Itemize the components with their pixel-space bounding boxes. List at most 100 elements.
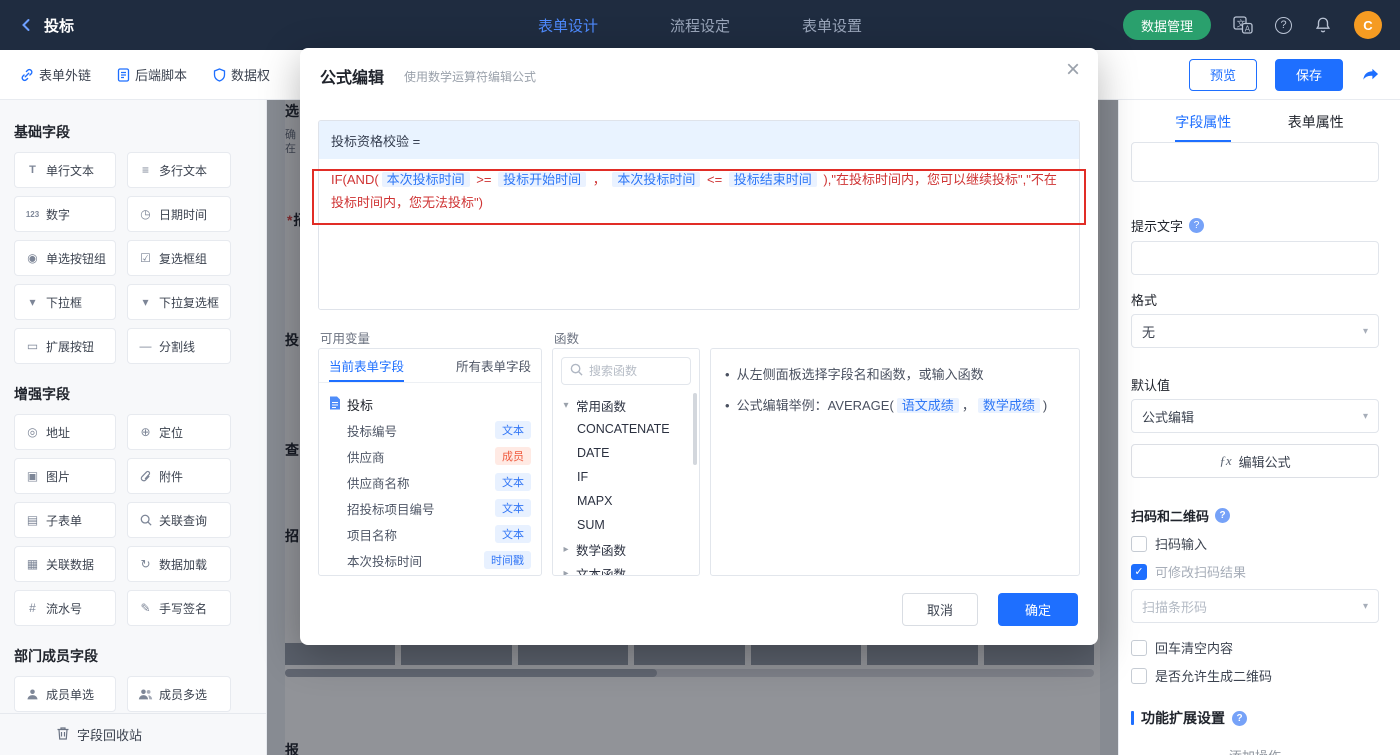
barcode-type-select[interactable]: 扫描条形码 ▾	[1131, 589, 1379, 623]
bell-icon[interactable]	[1314, 16, 1332, 34]
toolbar-item-1[interactable]: 表单外链	[20, 65, 91, 84]
palette-field-2-5[interactable]: ▤ 子表单	[14, 502, 116, 538]
help-icon[interactable]: ?	[1275, 16, 1292, 34]
topbar-tab-2[interactable]: 流程设定	[670, 15, 730, 36]
palette-field-3-1[interactable]: 成员单选	[14, 676, 116, 712]
variable-field-name: 供应商名称	[347, 476, 410, 491]
function-group-3[interactable]: ▸ 文本函数	[553, 561, 699, 576]
palette-field-1-8[interactable]: ▾ 下拉复选框	[127, 284, 231, 320]
function-item-mapx[interactable]: MAPX	[553, 489, 699, 513]
preview-button[interactable]: 预览	[1188, 58, 1257, 91]
palette-field-1-4[interactable]: ◷ 日期时间	[127, 196, 231, 232]
variable-field-1[interactable]: 投标编号 文本	[329, 417, 531, 443]
palette-field-1-6[interactable]: ☑ 复选框组	[127, 240, 231, 276]
section-marker	[1131, 711, 1134, 725]
palette-field-1-3[interactable]: 123 数字	[14, 196, 116, 232]
confirm-button[interactable]: 确定	[998, 593, 1078, 626]
back-button[interactable]	[18, 17, 34, 33]
function-search-input[interactable]	[589, 364, 677, 378]
variable-field-5[interactable]: 项目名称 文本	[329, 521, 531, 547]
tab-all-form-fields[interactable]: 所有表单字段	[456, 349, 531, 382]
palette-field-3-2[interactable]: 成员多选	[127, 676, 231, 712]
help-icon[interactable]: ?	[1232, 710, 1247, 726]
checkbox-icon	[1131, 639, 1147, 656]
palette-field-1-10[interactable]: — 分割线	[127, 328, 231, 364]
share-icon[interactable]	[1361, 66, 1380, 83]
palette-field-2-10[interactable]: ✎ 手写签名	[127, 590, 231, 626]
properties-panel: 字段属性 表单属性 提示文字? 格式 无 ▾ 默认值 公式编辑 ▾ ƒx 编辑公式 扫…	[1118, 100, 1400, 755]
topbar-right: 数据管理 文A ? C	[1122, 10, 1382, 40]
function-item-if[interactable]: IF	[553, 465, 699, 489]
tab-current-form-fields[interactable]: 当前表单字段	[329, 349, 404, 382]
field-type-badge: 文本	[495, 525, 531, 543]
palette-field-2-4[interactable]: 附件	[127, 458, 231, 494]
linkdata-icon: ▦	[26, 557, 39, 571]
save-button[interactable]: 保存	[1274, 58, 1343, 91]
format-value: 无	[1142, 324, 1156, 340]
translate-icon[interactable]: 文A	[1233, 16, 1253, 34]
palette-field-1-5[interactable]: ◉ 单选按钮组	[14, 240, 116, 276]
function-group-2[interactable]: ▸ 数学函数	[553, 537, 699, 561]
palette-field-1-7[interactable]: ▾ 下拉框	[14, 284, 116, 320]
function-item-sum[interactable]: SUM	[553, 513, 699, 537]
checkbox-row-2[interactable]: ✓ 可修改扫码结果	[1131, 562, 1246, 581]
add-action-button[interactable]: 添加操作	[1131, 746, 1379, 755]
variable-field-2[interactable]: 供应商 成员	[329, 443, 531, 469]
palette-field-2-9[interactable]: # 流水号	[14, 590, 116, 626]
checkbox-row-4[interactable]: 是否允许生成二维码	[1131, 666, 1272, 685]
help-panel: • 从左侧面板选择字段名和函数，或输入函数 • 公式编辑举例：AVERAGE(语文成…	[710, 348, 1080, 576]
palette-field-1-9[interactable]: ▭ 扩展按钮	[14, 328, 116, 364]
formula-text: ，	[589, 172, 610, 187]
formula-input[interactable]: IF(AND(本次投标时间 >= 投标开始时间 ， 本次投标时间 <= 投标结束…	[319, 159, 1079, 309]
variable-field-3[interactable]: 供应商名称 文本	[329, 469, 531, 495]
palette-field-2-2[interactable]: ⊕ 定位	[127, 414, 231, 450]
palette-field-2-6[interactable]: 关联查询	[127, 502, 231, 538]
edit-formula-button[interactable]: ƒx 编辑公式	[1131, 444, 1379, 478]
functions-scrollbar[interactable]	[693, 393, 697, 465]
trash-icon	[56, 726, 70, 744]
palette-field-2-7[interactable]: ▦ 关联数据	[14, 546, 116, 582]
checkbox-row-3[interactable]: 回车清空内容	[1131, 638, 1233, 657]
default-value-select[interactable]: 公式编辑 ▾	[1131, 399, 1379, 433]
topbar-tab-1[interactable]: 表单设计	[538, 15, 598, 36]
location-icon: ⊕	[140, 425, 151, 439]
help-icon[interactable]: ?	[1189, 218, 1205, 233]
palette-field-2-1[interactable]: ◎ 地址	[14, 414, 116, 450]
palette-field-label: 数据加载	[159, 557, 208, 572]
tab-form-properties[interactable]: 表单属性	[1288, 112, 1344, 142]
formula-text: IF(AND(	[331, 172, 379, 187]
function-group-1[interactable]: ▾ 常用函数	[553, 393, 699, 417]
toolbar-item-3[interactable]: 数据权	[213, 65, 270, 84]
function-search[interactable]	[561, 357, 691, 385]
variable-field-4[interactable]: 招投标项目编号 文本	[329, 495, 531, 521]
palette-field-label: 下拉框	[46, 295, 83, 310]
toolbar-left: 表单外链 后端脚本 数据权	[20, 65, 270, 84]
palette-field-2-8[interactable]: ↻ 数据加载	[127, 546, 231, 582]
help-icon[interactable]: ?	[1215, 508, 1231, 523]
help-line-1: • 从左侧面板选择字段名和函数，或输入函数	[725, 367, 984, 382]
toolbar-item-label: 数据权	[231, 68, 271, 83]
close-icon[interactable]: ×	[1066, 58, 1080, 82]
format-select[interactable]: 无 ▾	[1131, 314, 1379, 348]
field-type-badge: 文本	[495, 473, 531, 491]
function-item-date[interactable]: DATE	[553, 441, 699, 465]
topbar-tab-3[interactable]: 表单设置	[802, 15, 862, 36]
variable-field-6[interactable]: 本次投标时间 时间戳	[329, 547, 531, 573]
palette-field-label: 图片	[46, 469, 71, 484]
palette-field-1-1[interactable]: T 单行文本	[14, 152, 116, 188]
checkbox-label: 可修改扫码结果	[1155, 565, 1247, 580]
data-manage-button[interactable]: 数据管理	[1122, 10, 1211, 40]
example-field-token: 数学成绩	[977, 398, 1040, 413]
avatar[interactable]: C	[1354, 11, 1382, 39]
form-node[interactable]: 投标	[329, 391, 531, 417]
tab-field-properties[interactable]: 字段属性	[1175, 112, 1232, 142]
toolbar-item-2[interactable]: 后端脚本	[117, 65, 187, 84]
hint-text-input[interactable]	[1131, 241, 1379, 275]
palette-field-2-3[interactable]: ▣ 图片	[14, 458, 116, 494]
recycle-bin[interactable]: 字段回收站	[0, 713, 266, 755]
checkbox-row-1[interactable]: 扫码输入	[1131, 534, 1207, 553]
palette-field-1-2[interactable]: ≡ 多行文本	[127, 152, 231, 188]
cancel-button[interactable]: 取消	[902, 593, 978, 626]
function-item-concatenate[interactable]: CONCATENATE	[553, 417, 699, 441]
field-title-input[interactable]	[1131, 142, 1379, 182]
